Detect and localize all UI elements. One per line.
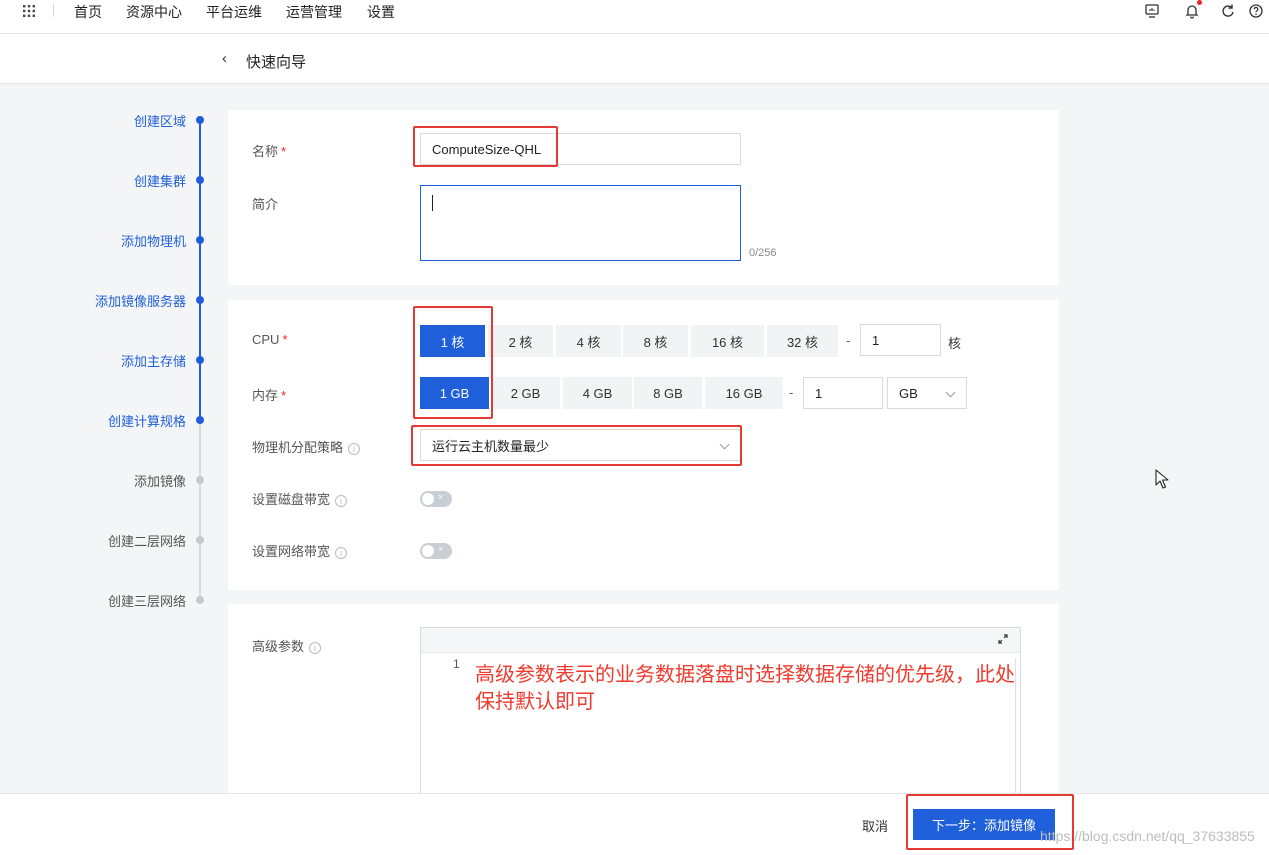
step-dot-current [196,416,204,424]
footer-bar: 取消 下一步：添加镜像 https://blog.csdn.net/qq_376… [0,793,1269,855]
cpu-unit: 核 [948,336,962,351]
cpu-dash: - [846,333,851,348]
watermark-text: https://blog.csdn.net/qq_37633855 [1040,828,1255,844]
chevron-down-icon [945,387,956,398]
cpu-label: CPU * [252,332,288,347]
description-counter: 0/256 [749,247,777,259]
back-chevron-icon[interactable]: ‹ [222,50,227,67]
alloc-strategy-label: 物理机分配策略 i [252,437,361,456]
toggle-knob [422,545,434,557]
step-dot [196,356,204,364]
advanced-params-label: 高级参数 i [252,636,322,655]
help-icon[interactable] [1248,3,1264,19]
mem-option-16gb[interactable]: 16 GB [705,377,783,409]
toggle-knob [422,493,434,505]
info-icon: i [309,641,322,654]
page-header: ‹ 快速向导 [0,34,1269,84]
mem-option-4gb[interactable]: 4 GB [563,377,632,409]
step-dot [196,596,204,604]
page-title: 快速向导 [246,54,307,71]
cpu-option-1[interactable]: 1 核 [420,325,485,357]
editor-line-number: 1 [453,657,460,671]
step-create-zone[interactable]: 创建区域 [134,111,186,130]
info-icon: i [335,494,348,507]
nav-divider [53,3,54,17]
disk-bandwidth-toggle[interactable]: × [420,491,452,507]
description-textarea[interactable] [420,185,741,261]
step-progress-line [199,120,201,420]
cpu-custom-input[interactable]: 1 [860,324,941,356]
top-nav-bar: 首页 资源中心 平台运维 运营管理 设置 [0,0,1269,34]
cpu-option-2[interactable]: 2 核 [488,325,553,357]
name-input[interactable]: ComputeSize-QHL [420,133,741,165]
chevron-down-icon [719,439,730,450]
mem-option-8gb[interactable]: 8 GB [634,377,702,409]
nav-home[interactable]: 首页 [74,2,102,22]
step-add-host[interactable]: 添加物理机 [121,231,186,250]
cpu-option-32[interactable]: 32 核 [767,325,838,357]
step-dot [196,296,204,304]
disk-bandwidth-label: 设置磁盘带宽 i [252,489,348,508]
next-step-button[interactable]: 下一步：添加镜像 [913,809,1055,840]
notification-dot [1197,0,1202,5]
monitor-icon[interactable] [1144,3,1160,19]
step-add-image: 添加镜像 [133,474,186,489]
bell-icon[interactable] [1184,3,1200,19]
alloc-strategy-select[interactable]: 运行云主机数量最少 [420,429,741,461]
name-label: 名称 * [252,144,287,159]
nav-resource-center[interactable]: 资源中心 [126,2,182,22]
mouse-pointer-icon [1155,469,1169,489]
nav-settings[interactable]: 设置 [367,2,395,22]
step-dot [196,536,204,544]
step-remaining-line [199,420,201,600]
step-dot [196,476,204,484]
toggle-off-icon: × [438,492,444,502]
expand-icon[interactable] [998,634,1008,644]
nav-operations[interactable]: 运营管理 [286,2,342,22]
editor-scrollbar[interactable] [1015,658,1016,796]
step-create-compute-offering[interactable]: 创建计算规格 [108,411,186,430]
cpu-option-4[interactable]: 4 核 [556,325,621,357]
mem-unit-select[interactable]: GB [887,377,967,409]
cpu-option-16[interactable]: 16 核 [691,325,764,357]
step-create-l3-network: 创建三层网络 [107,594,186,609]
mem-custom-input[interactable]: 1 [803,377,883,409]
step-create-l2-network: 创建二层网络 [107,534,186,549]
network-bandwidth-label: 设置网络带宽 i [252,541,348,560]
step-add-image-server[interactable]: 添加镜像服务器 [95,291,186,310]
cpu-option-8[interactable]: 8 核 [623,325,688,357]
cancel-button[interactable]: 取消 [862,816,888,835]
description-label: 简介 [252,197,279,212]
refresh-icon[interactable] [1220,3,1236,19]
toggle-off-icon: × [438,544,444,554]
step-dot [196,116,204,124]
info-icon: i [348,442,361,455]
nav-platform-ops[interactable]: 平台运维 [206,2,262,22]
text-caret [432,195,433,211]
mem-option-1gb[interactable]: 1 GB [420,377,489,409]
app-grid-icon[interactable] [22,4,36,18]
editor-toolbar [421,628,1020,653]
mem-dash: - [789,385,794,400]
step-dot [196,236,204,244]
annotation-text: 高级参数表示的业务数据落盘时选择数据存储的优先级，此处保持默认即可 [475,664,1015,713]
info-icon: i [335,546,348,559]
network-bandwidth-toggle[interactable]: × [420,543,452,559]
step-create-cluster[interactable]: 创建集群 [134,171,186,190]
memory-label: 内存 * [252,388,287,403]
step-add-primary-storage[interactable]: 添加主存储 [121,351,186,370]
step-dot [196,176,204,184]
mem-option-2gb[interactable]: 2 GB [491,377,560,409]
